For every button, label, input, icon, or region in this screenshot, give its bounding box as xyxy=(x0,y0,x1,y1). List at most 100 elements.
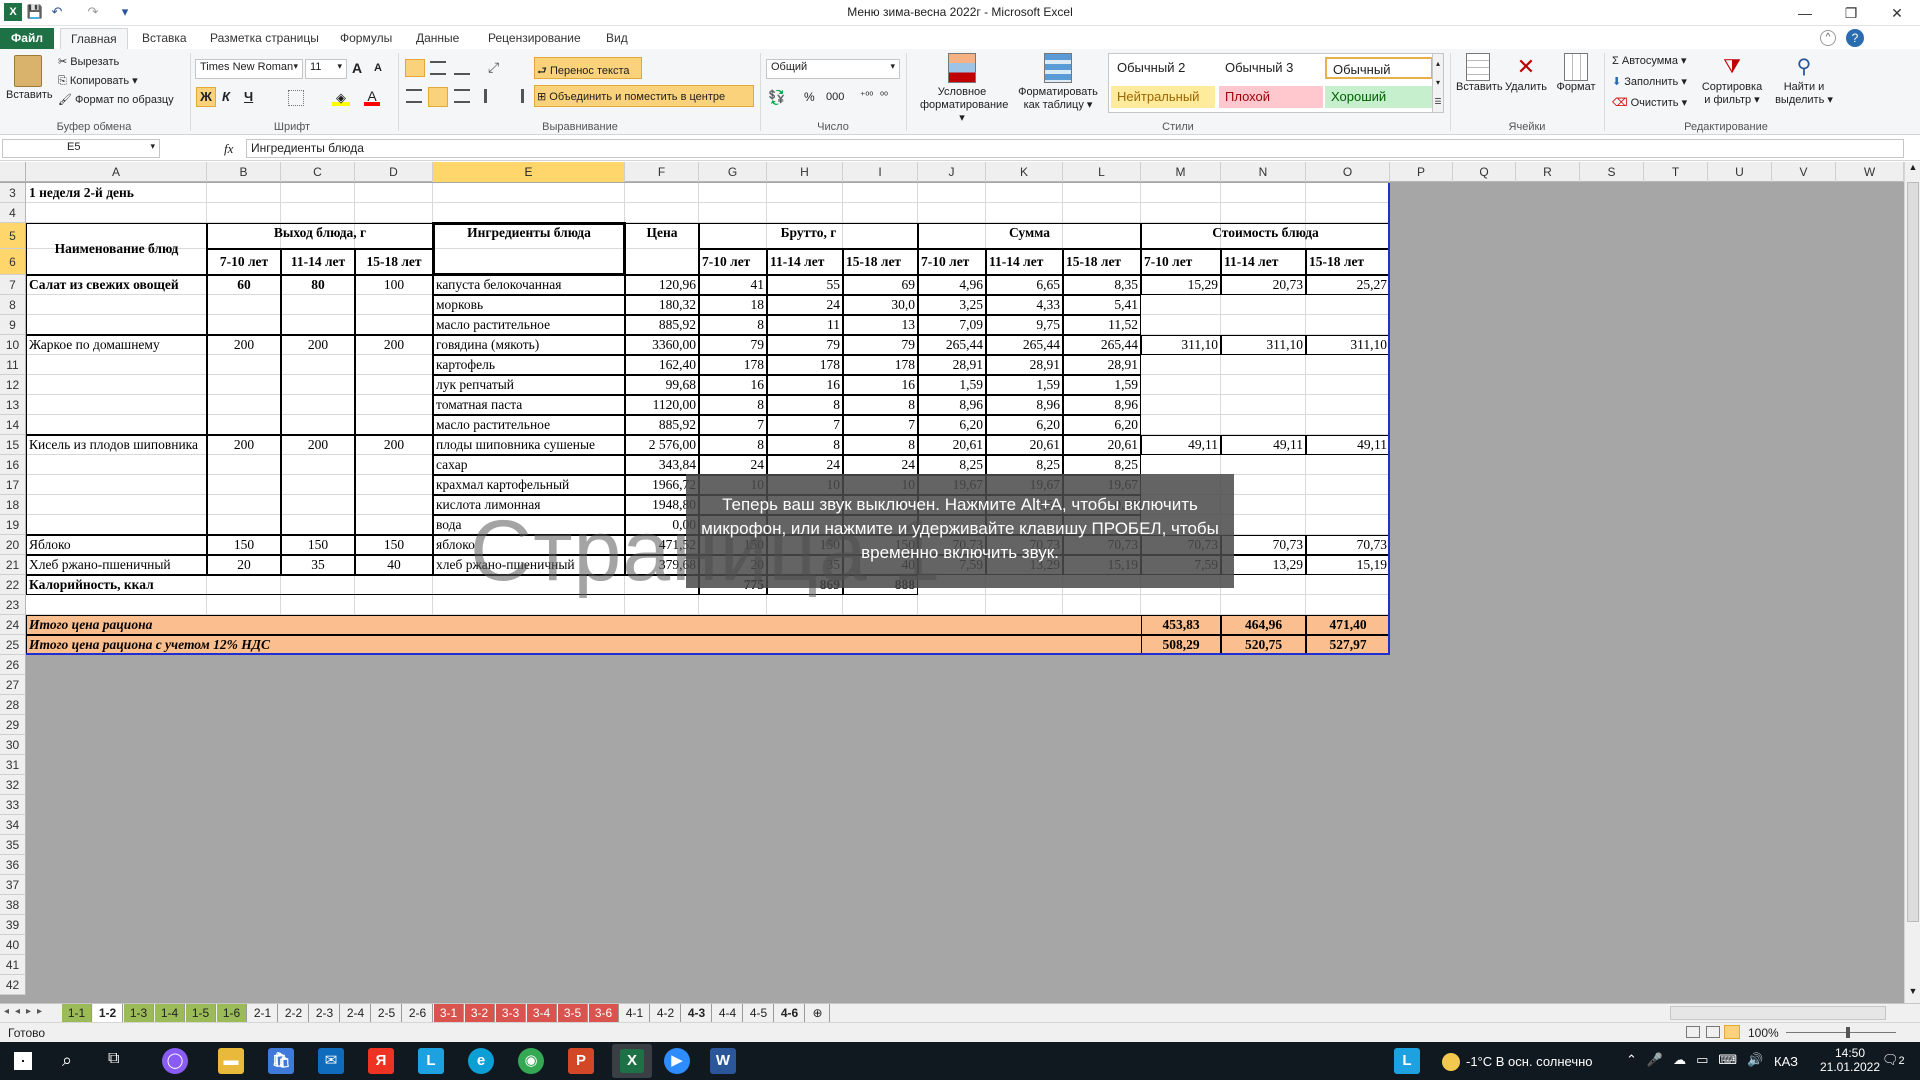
chrome-icon[interactable]: ◉ xyxy=(518,1048,544,1074)
sheet-tab[interactable]: 2-1 xyxy=(248,1004,278,1022)
style-normal-2[interactable]: Обычный 2 xyxy=(1111,57,1215,79)
edge-icon[interactable]: e xyxy=(468,1048,494,1074)
vertical-scroll-thumb[interactable] xyxy=(1907,182,1919,922)
task-view-icon[interactable]: ⧉ xyxy=(108,1050,119,1068)
sheet-tab[interactable]: 1-4 xyxy=(155,1004,185,1022)
row-header-30[interactable]: 30 xyxy=(0,735,26,755)
sheet-tab[interactable]: 4-2 xyxy=(651,1004,681,1022)
column-header-h[interactable]: H xyxy=(767,162,843,182)
column-header-r[interactable]: R xyxy=(1516,162,1580,182)
vertical-scrollbar[interactable]: ▲ ▼ xyxy=(1904,162,1920,1003)
tab-view[interactable]: Вид xyxy=(596,28,638,49)
tray-icons[interactable]: ⌃🎤☁▭⌨🔊 xyxy=(1626,1052,1773,1068)
row-header-36[interactable]: 36 xyxy=(0,855,26,875)
help-icon[interactable]: ? xyxy=(1846,29,1864,47)
normal-view-icon[interactable] xyxy=(1686,1026,1700,1038)
align-right-icon[interactable] xyxy=(454,89,470,103)
zoom-slider[interactable] xyxy=(1786,1032,1896,1033)
column-header-j[interactable]: J xyxy=(918,162,986,182)
sheet-nav-icon[interactable]: ◂◂▸▸ xyxy=(4,1006,48,1017)
shrink-font-button[interactable]: A xyxy=(374,62,382,74)
weather-text[interactable]: -1°C В осн. солнечно xyxy=(1466,1054,1593,1069)
minimize-ribbon-icon[interactable]: ^ xyxy=(1820,30,1836,46)
row-header-21[interactable]: 21 xyxy=(0,555,26,575)
sheet-tab[interactable]: 1-5 xyxy=(186,1004,216,1022)
word-icon[interactable]: W xyxy=(710,1048,736,1074)
column-header-i[interactable]: I xyxy=(843,162,918,182)
windows-start-icon[interactable] xyxy=(14,1052,32,1070)
decrease-decimal-icon[interactable]: ⁰⁰ xyxy=(880,91,888,102)
row-header-5[interactable]: 5 xyxy=(0,223,26,249)
sheet-tab[interactable]: 3-1 xyxy=(434,1004,464,1022)
percent-button[interactable]: % xyxy=(804,90,815,104)
align-center-icon[interactable] xyxy=(428,87,448,107)
column-header-p[interactable]: P xyxy=(1390,162,1453,182)
row-header-42[interactable]: 42 xyxy=(0,975,26,995)
row-header-38[interactable]: 38 xyxy=(0,895,26,915)
sheet-tab[interactable]: 4-6 xyxy=(775,1004,805,1022)
align-middle-icon[interactable] xyxy=(430,61,446,75)
underline-button[interactable]: Ч xyxy=(244,89,253,104)
excel-taskbar-icon[interactable]: X xyxy=(612,1044,652,1078)
row-header-14[interactable]: 14 xyxy=(0,415,26,435)
row-header-31[interactable]: 31 xyxy=(0,755,26,775)
font-color-icon[interactable]: A xyxy=(364,88,380,106)
row-header-33[interactable]: 33 xyxy=(0,795,26,815)
insert-cells-button[interactable]: Вставить xyxy=(1456,53,1503,93)
style-bad[interactable]: Плохой xyxy=(1219,86,1323,108)
row-header-16[interactable]: 16 xyxy=(0,455,26,475)
sheet-tab[interactable]: 4-4 xyxy=(713,1004,743,1022)
sheet-tab[interactable]: 3-2 xyxy=(465,1004,495,1022)
page-break-view-icon[interactable] xyxy=(1724,1025,1740,1039)
fill-color-icon[interactable]: ◈ xyxy=(332,90,350,106)
row-header-4[interactable]: 4 xyxy=(0,203,26,223)
column-header-d[interactable]: D xyxy=(355,162,433,182)
tab-review[interactable]: Рецензирование xyxy=(478,28,591,49)
row-header-39[interactable]: 39 xyxy=(0,915,26,935)
increase-indent-icon[interactable] xyxy=(508,89,524,103)
new-sheet-icon[interactable]: ⊕ xyxy=(806,1004,830,1022)
row-header-27[interactable]: 27 xyxy=(0,675,26,695)
column-header-k[interactable]: K xyxy=(986,162,1063,182)
style-good[interactable]: Хороший xyxy=(1325,86,1433,108)
sheet-tab[interactable]: 4-1 xyxy=(620,1004,650,1022)
file-explorer-icon[interactable]: ▬ xyxy=(218,1048,244,1074)
row-header-7[interactable]: 7 xyxy=(0,275,26,295)
row-header-6[interactable]: 6 xyxy=(0,249,26,275)
row-header-29[interactable]: 29 xyxy=(0,715,26,735)
number-format-select[interactable]: Общий ▾ xyxy=(766,59,900,79)
column-header-a[interactable]: A xyxy=(26,162,207,182)
thousands-button[interactable]: 000 xyxy=(826,91,844,103)
row-header-35[interactable]: 35 xyxy=(0,835,26,855)
column-header-v[interactable]: V xyxy=(1772,162,1836,182)
format-painter-button[interactable]: 🖌 Формат по образцу xyxy=(58,93,174,106)
column-header-u[interactable]: U xyxy=(1708,162,1772,182)
autosum-button[interactable]: Σ Автосумма ▾ xyxy=(1612,54,1687,67)
column-header-m[interactable]: M xyxy=(1141,162,1221,182)
horizontal-scrollbar[interactable] xyxy=(1670,1006,1886,1020)
sheet-tab[interactable]: 2-5 xyxy=(372,1004,402,1022)
row-header-17[interactable]: 17 xyxy=(0,475,26,495)
column-header-e[interactable]: E xyxy=(433,162,625,182)
align-bottom-icon[interactable] xyxy=(454,61,470,75)
row-header-8[interactable]: 8 xyxy=(0,295,26,315)
tab-page-layout[interactable]: Разметка страницы xyxy=(200,28,329,49)
powerpoint-icon[interactable]: P xyxy=(568,1048,594,1074)
row-header-18[interactable]: 18 xyxy=(0,495,26,515)
tray-app-l-icon[interactable]: L xyxy=(1394,1048,1420,1074)
sheet-tab[interactable]: 3-6 xyxy=(589,1004,619,1022)
input-language[interactable]: КАЗ xyxy=(1774,1054,1798,1069)
zoom-slider-thumb[interactable] xyxy=(1846,1027,1850,1038)
tab-insert[interactable]: Вставка xyxy=(132,28,197,49)
row-header-34[interactable]: 34 xyxy=(0,815,26,835)
row-header-37[interactable]: 37 xyxy=(0,875,26,895)
tab-data[interactable]: Данные xyxy=(406,28,469,49)
store-icon[interactable]: 🛍 xyxy=(268,1048,294,1074)
style-normal[interactable]: Обычный xyxy=(1325,57,1433,79)
row-header-19[interactable]: 19 xyxy=(0,515,26,535)
orientation-icon[interactable]: ⤢ xyxy=(488,59,499,76)
row-header-26[interactable]: 26 xyxy=(0,655,26,675)
column-header-c[interactable]: C xyxy=(281,162,355,182)
format-as-table-button[interactable]: Форматировать как таблицу ▾ xyxy=(1016,53,1100,123)
find-select-button[interactable]: ⚲ Найти и выделить ▾ xyxy=(1770,53,1838,107)
